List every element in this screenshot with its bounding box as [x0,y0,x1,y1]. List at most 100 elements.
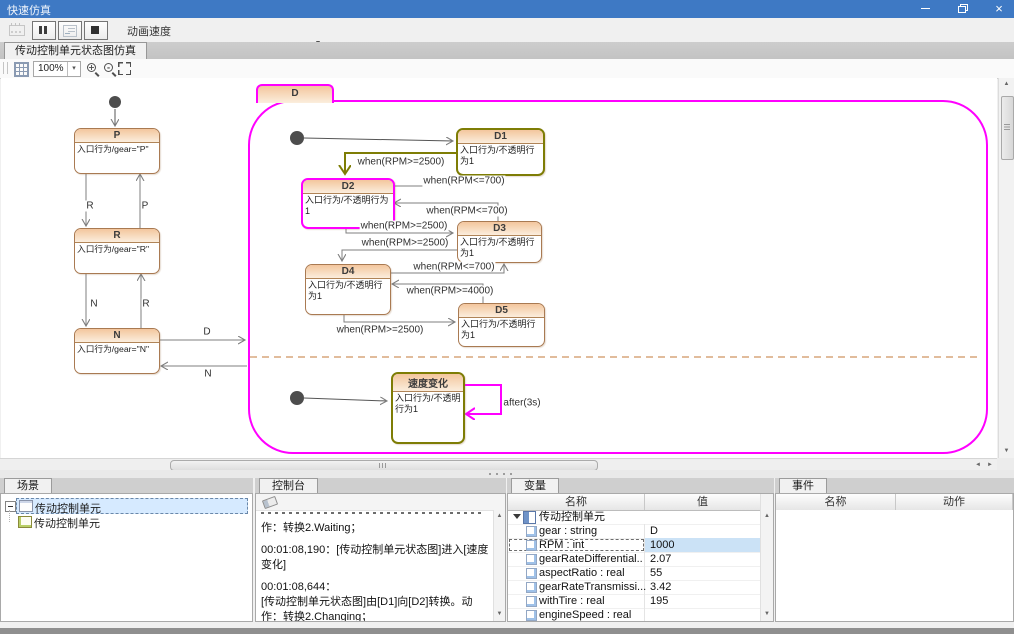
state-p[interactable]: P 入口行为/gear="P" [74,128,160,174]
state-d4[interactable]: D4 入口行为/不透明行为1 [305,264,391,315]
scroll-down-icon[interactable]: ▼ [494,608,505,621]
value-icon [526,568,537,579]
scene-root-row[interactable]: 传动控制单元 [1,497,252,513]
window-title: 快速仿真 [7,2,51,18]
variable-value[interactable]: 3.42 [645,580,761,594]
tree-guide-line [9,510,11,522]
scene-tree[interactable]: 传动控制单元 传动控制单元 [0,493,253,622]
diagram-vertical-scrollbar[interactable]: ▲ ▼ [998,78,1014,458]
variable-row[interactable]: aspectRatio : real 55 [508,566,761,581]
state-d-tab[interactable]: D [256,84,334,103]
transition-label-speed-self: after(3s) [502,398,541,409]
value-icon [526,582,537,593]
window-bottom-edge [0,628,1014,634]
variable-row-selected[interactable]: RPM : int 1000 [508,538,761,553]
statechart-icon [18,516,32,528]
variables-scrollbar[interactable]: ▲ ▼ [760,494,773,621]
tab-variables[interactable]: 变量 [511,478,559,494]
tab-events[interactable]: 事件 [779,478,827,494]
tree-expanded-icon[interactable] [513,514,521,519]
transition-label-d3-d2: when(RPM<=700) [425,206,508,217]
scroll-up-icon[interactable]: ▲ [761,510,773,523]
zoom-level-combobox[interactable]: 100% ▾ [33,61,81,77]
value-icon [526,596,537,607]
state-d5-title: D5 [459,304,544,318]
tab-statechart-simulation[interactable]: 传动控制单元状态图仿真 [4,42,147,59]
state-p-title: P [75,129,159,143]
variable-name: aspectRatio : real [539,566,625,580]
fit-to-window-button[interactable] [118,62,131,75]
column-header-name[interactable]: 名称 [508,494,645,510]
minimize-button[interactable] [910,0,940,18]
tab-console[interactable]: 控制台 [259,478,318,494]
scroll-down-icon[interactable]: ▼ [999,445,1014,458]
transition-label-d-n: N [203,369,212,380]
transition-label-d4-d5: when(RPM>=2500) [336,325,425,336]
grid-toggle-button[interactable] [14,62,29,77]
variable-row[interactable]: gear : string D [508,524,761,539]
title-bar: 快速仿真 × [0,0,1014,18]
state-speed-body: 入口行为/不透明行为1 [393,392,463,416]
chevron-down-icon[interactable]: ▾ [67,62,80,76]
variables-panel: 变量 名称 值 传动控制单元 gear : string D RPM : int [507,478,774,628]
step-button[interactable] [58,21,82,40]
vertical-scrollbar-thumb[interactable] [1001,96,1014,160]
state-p-body: 入口行为/gear="P" [75,143,159,156]
variable-value[interactable]: 2.07 [645,552,761,566]
horizontal-splitter[interactable] [0,470,1014,478]
simulation-toolbar: 动画速度 [0,18,1014,43]
state-d1[interactable]: D1 入口行为/不透明行为1 [456,128,545,176]
console-line: 作：转换2.Waiting； [261,521,492,536]
zoom-in-button[interactable]: + [86,62,100,76]
console-log[interactable]: 作：转换2.Waiting； 00:01:08,190：[传动控制单元状态图]进… [261,512,492,621]
variable-value[interactable] [645,608,761,621]
variable-value[interactable]: D [645,524,761,538]
statechart-canvas[interactable]: D P 入口行为/gear="P" R 入口行为/gear="R" N 入口行为… [1,78,997,458]
state-d5[interactable]: D5 入口行为/不透明行为1 [458,303,545,347]
state-r[interactable]: R 入口行为/gear="R" [74,228,160,274]
restore-button[interactable] [948,0,978,18]
state-n[interactable]: N 入口行为/gear="N" [74,328,160,374]
scroll-up-icon[interactable]: ▲ [494,510,505,523]
close-button[interactable]: × [984,0,1014,18]
column-header-name[interactable]: 名称 [776,494,896,510]
block-icon [523,511,536,524]
stop-icon [91,26,99,34]
console-clipped-line [261,512,483,516]
variable-value[interactable]: 195 [645,594,761,608]
scroll-down-icon[interactable]: ▼ [761,608,773,621]
state-r-title: R [75,229,159,243]
variables-root-row[interactable]: 传动控制单元 [508,510,761,525]
scene-child-row[interactable]: 传动控制单元 [1,514,252,530]
column-header-value[interactable]: 值 [645,494,761,510]
variable-value[interactable]: 1000 [645,538,761,552]
animate-button[interactable] [5,21,29,40]
zoom-out-button[interactable]: - [103,62,117,76]
minimize-icon [921,8,930,9]
column-header-action[interactable]: 动作 [896,494,1013,510]
variable-row[interactable]: gearRateTransmissi... 3.42 [508,580,761,595]
variable-name: withTire : real [539,594,605,608]
initial-pseudostate-main[interactable] [109,96,121,108]
stop-button[interactable] [84,21,108,40]
variables-rows: 传动控制单元 gear : string D RPM : int 1000 ge… [508,510,761,621]
scene-root-selection[interactable]: 传动控制单元 [16,498,248,514]
zoom-out-icon: - [105,64,112,71]
toolbar-grip[interactable] [3,62,8,74]
clear-console-icon[interactable] [262,496,278,509]
variable-value[interactable]: 55 [645,566,761,580]
state-speed-change[interactable]: 速度变化 入口行为/不透明行为1 [391,372,465,444]
animation-speed-label: 动画速度 [127,23,171,39]
transition-label-d5-d4: when(RPM>=4000) [406,286,495,297]
scroll-up-icon[interactable]: ▲ [999,78,1014,91]
console-scrollbar[interactable]: ▲ ▼ [493,510,505,621]
zoom-level-value: 100% [38,63,64,74]
variable-row[interactable]: gearRateDifferential.. 2.07 [508,552,761,567]
state-d3[interactable]: D3 入口行为/不透明行为1 [457,221,542,263]
transition-label-d3-d4: when(RPM>=2500) [361,238,450,249]
pause-button[interactable] [32,21,56,40]
tab-scene[interactable]: 场景 [4,478,52,494]
variable-row[interactable]: engineSpeed : real [508,608,761,621]
variable-row[interactable]: withTire : real 195 [508,594,761,609]
state-d3-title: D3 [458,222,541,236]
